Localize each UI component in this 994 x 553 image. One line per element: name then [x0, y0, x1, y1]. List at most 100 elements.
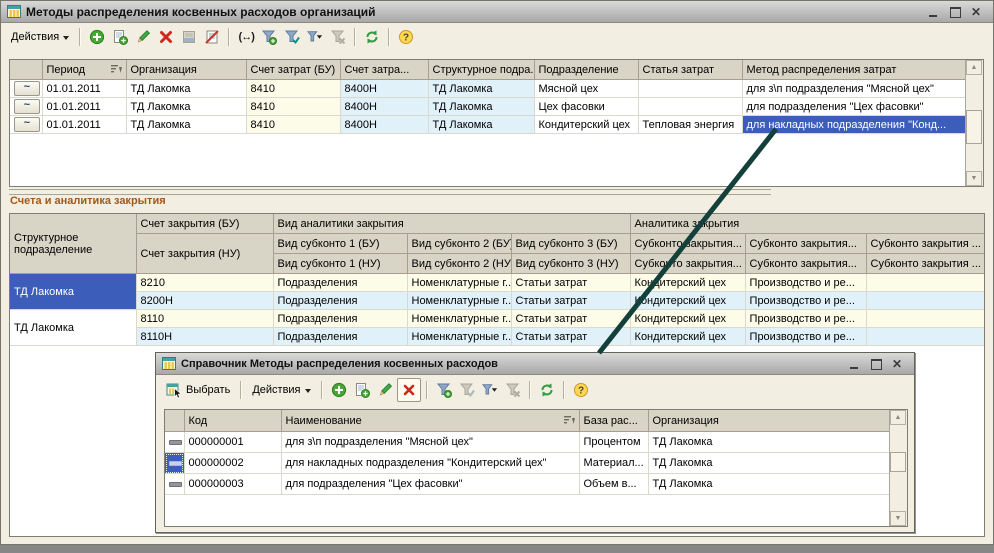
- selected-marker-cell[interactable]: [165, 453, 184, 474]
- toolbar-separator: [354, 28, 356, 46]
- header-closing-2[interactable]: Субконто закрытия...: [745, 234, 866, 254]
- selected-cell[interactable]: для накладных подразделения "Конд...: [742, 116, 966, 134]
- header-account-bu[interactable]: Счет закрытия (БУ): [136, 214, 273, 234]
- header-closing-nu-3[interactable]: Субконто закрытия ...: [866, 254, 984, 274]
- filter-set-button[interactable]: [258, 26, 280, 48]
- header-account-nu[interactable]: Счет закрытия (НУ): [136, 234, 273, 274]
- selected-struct-cell[interactable]: ТД Лакомка: [10, 274, 136, 310]
- delete-button[interactable]: [155, 26, 177, 48]
- history-icon[interactable]: ~: [14, 81, 40, 96]
- main-toolbar: Действия (↔) ?: [1, 23, 993, 51]
- modify-button[interactable]: [201, 26, 223, 48]
- header-kind-nu-2[interactable]: Вид субконто 2 (НУ): [407, 254, 511, 274]
- filter-clear-button-disabled[interactable]: [327, 26, 349, 48]
- header-struct[interactable]: Структурное подразделение: [10, 214, 136, 274]
- scroll-thumb[interactable]: [890, 452, 906, 472]
- popup-filter-clear-button-disabled[interactable]: [502, 379, 524, 401]
- struct-cell[interactable]: ТД Лакомка: [10, 310, 136, 346]
- select-button[interactable]: Выбрать: [161, 379, 235, 401]
- popup-close-button[interactable]: [892, 358, 905, 370]
- table-row: ~ 01.01.2011 ТД Лакомка 8410 8400Н ТД Ла…: [10, 98, 966, 116]
- popup-edit-button[interactable]: [374, 379, 396, 401]
- popup-minimize-button[interactable]: [848, 358, 861, 370]
- scroll-up-arrow[interactable]: ▲: [890, 410, 906, 425]
- popup-help-button[interactable]: ?: [570, 379, 592, 401]
- table-row: 8200Н Подразделения Номенклатурные г... …: [10, 292, 984, 310]
- filter-value-button[interactable]: [281, 26, 303, 48]
- column-header-org[interactable]: Организация: [648, 410, 890, 432]
- history-icon[interactable]: ~: [14, 99, 40, 114]
- header-closing-1[interactable]: Субконто закрытия...: [630, 234, 745, 254]
- minimize-button[interactable]: [927, 6, 940, 18]
- toolbar-separator: [321, 381, 323, 399]
- scroll-up-arrow[interactable]: ▲: [966, 60, 982, 75]
- header-closing-3[interactable]: Субконто закрытия ...: [866, 234, 984, 254]
- popup-delete-button[interactable]: [397, 378, 421, 402]
- column-header-period[interactable]: Период: [42, 60, 126, 80]
- vertical-scrollbar[interactable]: ▲ ▼: [965, 60, 983, 186]
- header-kind-group[interactable]: Вид аналитики закрытия: [273, 214, 630, 234]
- column-header-account-bu[interactable]: Счет затрат (БУ): [246, 60, 340, 80]
- set-interval-button[interactable]: (↔): [235, 26, 257, 48]
- column-header-division[interactable]: Подразделение: [534, 60, 638, 80]
- history-icon[interactable]: ~: [14, 117, 40, 132]
- popup-refresh-button[interactable]: [536, 379, 558, 401]
- scroll-thumb[interactable]: [966, 110, 982, 144]
- reference-grid-container: Код Наименование База рас... Организация…: [164, 409, 908, 527]
- journal-button-disabled[interactable]: [178, 26, 200, 48]
- column-header-struct[interactable]: Структурное подра...: [428, 60, 534, 80]
- table-row: ТД Лакомка 8210 Подразделения Номенклату…: [10, 274, 984, 292]
- page-title: Методы распределения косвенных расходов …: [26, 5, 922, 19]
- popup-actions-menu-button[interactable]: Действия: [247, 381, 315, 399]
- popup-toolbar: Выбрать Действия ?: [156, 375, 914, 405]
- popup-add-copy-button[interactable]: [351, 379, 373, 401]
- header-closing-nu-2[interactable]: Субконто закрытия...: [745, 254, 866, 274]
- header-kind-nu-3[interactable]: Вид субконто 3 (НУ): [511, 254, 630, 274]
- column-header-method[interactable]: Метод распределения затрат: [742, 60, 966, 80]
- popup-add-button[interactable]: [328, 379, 350, 401]
- item-marker-icon: [169, 482, 182, 487]
- sort-icon: [564, 416, 575, 425]
- popup-maximize-button[interactable]: [870, 358, 883, 370]
- filter-history-button[interactable]: [304, 26, 326, 48]
- column-header-code[interactable]: Код: [184, 410, 281, 432]
- actions-menu-button[interactable]: Действия: [6, 28, 74, 46]
- header-analytics-group[interactable]: Аналитика закрытия: [630, 214, 984, 234]
- header-kind-bu-1[interactable]: Вид субконто 1 (БУ): [273, 234, 407, 254]
- table-row: ~ 01.01.2011 ТД Лакомка 8410 8400Н ТД Ла…: [10, 80, 966, 98]
- header-kind-bu-3[interactable]: Вид субконто 3 (БУ): [511, 234, 630, 254]
- reference-header-row: Код Наименование База рас... Организация: [165, 410, 890, 432]
- popup-filter-set-button[interactable]: [433, 379, 455, 401]
- popup-filter-value-button-disabled[interactable]: [456, 379, 478, 401]
- methods-header-row: Период Организация Счет затрат (БУ) Счет…: [10, 60, 966, 80]
- popup-filter-history-button[interactable]: [479, 379, 501, 401]
- item-marker-icon: [169, 440, 182, 445]
- column-header-marker[interactable]: [165, 410, 184, 432]
- chevron-down-icon: [63, 36, 69, 40]
- scroll-down-arrow[interactable]: ▼: [966, 171, 982, 186]
- header-kind-bu-2[interactable]: Вид субконто 2 (БУ): [407, 234, 511, 254]
- header-kind-nu-1[interactable]: Вид субконто 1 (НУ): [273, 254, 407, 274]
- column-header-org[interactable]: Организация: [126, 60, 246, 80]
- refresh-button[interactable]: [361, 26, 383, 48]
- column-header-icon[interactable]: [10, 60, 42, 80]
- methods-table: Период Организация Счет затрат (БУ) Счет…: [10, 60, 967, 134]
- close-button[interactable]: [971, 6, 984, 18]
- add-button[interactable]: [86, 26, 108, 48]
- column-header-name[interactable]: Наименование: [281, 410, 579, 432]
- reference-table: Код Наименование База рас... Организация…: [165, 410, 891, 495]
- help-button[interactable]: ?: [395, 26, 417, 48]
- select-icon: [166, 382, 182, 398]
- column-header-account-nu[interactable]: Счет затра...: [340, 60, 428, 80]
- section-title: Счета и аналитика закрытия: [10, 195, 166, 207]
- maximize-button[interactable]: [949, 6, 962, 18]
- column-header-cost-item[interactable]: Статья затрат: [638, 60, 742, 80]
- toolbar-separator: [563, 381, 565, 399]
- header-closing-nu-1[interactable]: Субконто закрытия...: [630, 254, 745, 274]
- popup-vertical-scrollbar[interactable]: ▲ ▼: [889, 410, 907, 526]
- toolbar-separator: [228, 28, 230, 46]
- add-copy-button[interactable]: [109, 26, 131, 48]
- column-header-base[interactable]: База рас...: [579, 410, 648, 432]
- scroll-down-arrow[interactable]: ▼: [890, 511, 906, 526]
- edit-button[interactable]: [132, 26, 154, 48]
